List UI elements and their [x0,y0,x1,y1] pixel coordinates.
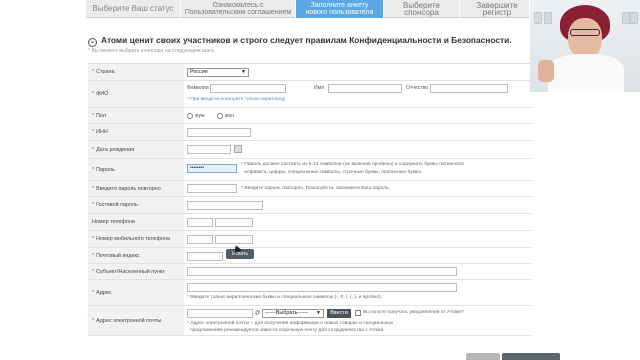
patronymic-input[interactable] [430,84,508,93]
email-enter-button[interactable]: Ввести [327,309,351,318]
tab-fill-form[interactable]: Заполните анкету нового пользователя [296,0,384,18]
gender-female-radio[interactable] [217,113,223,119]
sponsor-note: * Вы можете выбрать спонсора на следующе… [88,48,216,54]
next-button[interactable] [502,353,560,360]
row-gender: * Пол муж жен [88,108,532,124]
tab-choose-status[interactable]: Выберите Ваш статус [86,0,181,18]
tab-choose-sponsor[interactable]: Выберите спонсора [384,0,460,18]
birthdate-label: * Дата рождения [88,141,184,158]
email-label: * Адрес электронной почты [88,306,184,335]
first-name-input[interactable] [328,84,402,93]
address-hint: * Введите только кириллические буквы и с… [187,295,382,300]
phone-code-input[interactable] [187,218,213,227]
password-repeat-hint: * Введите пароль повторно. Пожалуйста, з… [241,186,390,191]
gender-male-label: муж [195,113,205,119]
registration-steps: Выберите Ваш статус Ознакомьтесь с Польз… [86,0,530,18]
phone-label: Номер телефона [88,214,184,230]
country-select[interactable]: Россия ▼ [187,68,249,77]
webcam-overlay [530,0,640,92]
row-email: * Адрес электронной почты @ ------Выбрать… [88,306,532,336]
guest-password-label: * Гостевой пароль [88,197,184,213]
row-fio: * ФИО Фамилия Имя Отчество * При вводе ис… [88,81,532,108]
privacy-notice: ⌄ Атоми ценит своих участников и строго с… [88,35,512,47]
row-phone: Номер телефона [88,214,532,231]
row-postcode: * Почтовый индекс [88,248,532,264]
chevron-down-icon: ⌄ [88,38,97,47]
postcode-label: * Почтовый индекс [88,248,184,263]
birthdate-input[interactable] [187,145,231,154]
chevron-down-icon: ▼ [316,310,321,316]
password-repeat-label: * Введите пароль повторно [88,181,184,196]
notify-checkbox[interactable] [355,310,361,316]
tab-finish-registration[interactable]: Завершите регистр [460,0,530,18]
calendar-icon[interactable] [234,145,242,153]
row-password: * Пароль •••••••• * Пароль должен состоят… [88,159,532,181]
row-mobile: * Номер мобильного телефона [88,231,532,248]
row-birthdate: * Дата рождения [88,141,532,159]
gender-label: * Пол [88,108,184,123]
last-name-input[interactable] [210,84,286,93]
gender-male-radio[interactable] [187,113,193,119]
password-repeat-input[interactable] [187,184,237,193]
phone-number-input[interactable] [215,218,253,227]
first-name-label: Имя [314,85,324,91]
row-password-repeat: * Введите пароль повторно * Введите парол… [88,181,532,197]
notify-checkbox-label: Вы хотите получать уведомления от Атоми? [363,310,464,315]
password-hint-2: алфавита, цифры, специальные символы, ст… [244,170,423,175]
inn-label: * ИНН [88,124,184,140]
postcode-input[interactable] [187,252,223,261]
region-input[interactable] [187,267,457,276]
email-domain-select[interactable]: ------Выбрать------ ▼ [262,309,324,318]
region-label: * Субъект/Населенный пункт [88,264,184,279]
chevron-down-icon: ▼ [241,69,246,75]
email-hint-2: предложениях рекомендуется завести отдел… [190,328,385,333]
row-region: * Субъект/Населенный пункт [88,264,532,280]
password-label: * Пароль [88,159,184,180]
fio-hint: * При вводе используйте только кириллицу… [187,97,287,102]
row-guest-password: * Гостевой пароль [88,197,532,214]
row-country: * Страна Россия ▼ [88,64,532,81]
gender-female-label: жен [225,113,235,119]
privacy-notice-text: Атоми ценит своих участников и строго сл… [101,35,512,45]
address-input[interactable] [187,283,457,292]
tab-user-agreement[interactable]: Ознакомьтесь с Пользовательским соглашен… [181,0,296,18]
row-inn: * ИНН [88,124,532,141]
row-address: * Адрес * Введите только кириллические бу… [88,280,532,306]
email-at-sign: @ [255,310,261,316]
fio-label: * ФИО [88,81,184,107]
last-name-label: Фамилия [187,85,209,91]
address-label: * Адрес [88,280,184,305]
mobile-code-input[interactable] [187,235,213,244]
back-button[interactable] [466,353,500,360]
password-hint-1: * Пароль должен состоять из 6-14 символо… [241,162,464,167]
password-input[interactable]: •••••••• [187,164,237,173]
registration-form: * Страна Россия ▼ * ФИО Фамилия Имя Отчеств… [88,63,532,336]
email-user-input[interactable] [187,309,253,318]
patronymic-label: Отчество [406,85,429,91]
mobile-label: * Номер мобильного телефона [88,231,184,247]
email-hint-1: * Адрес электронной почты – для получени… [187,321,394,326]
inn-input[interactable] [187,128,251,137]
country-label: * Страна [88,64,184,80]
guest-password-input[interactable] [187,201,263,210]
mobile-number-input[interactable] [215,235,253,244]
